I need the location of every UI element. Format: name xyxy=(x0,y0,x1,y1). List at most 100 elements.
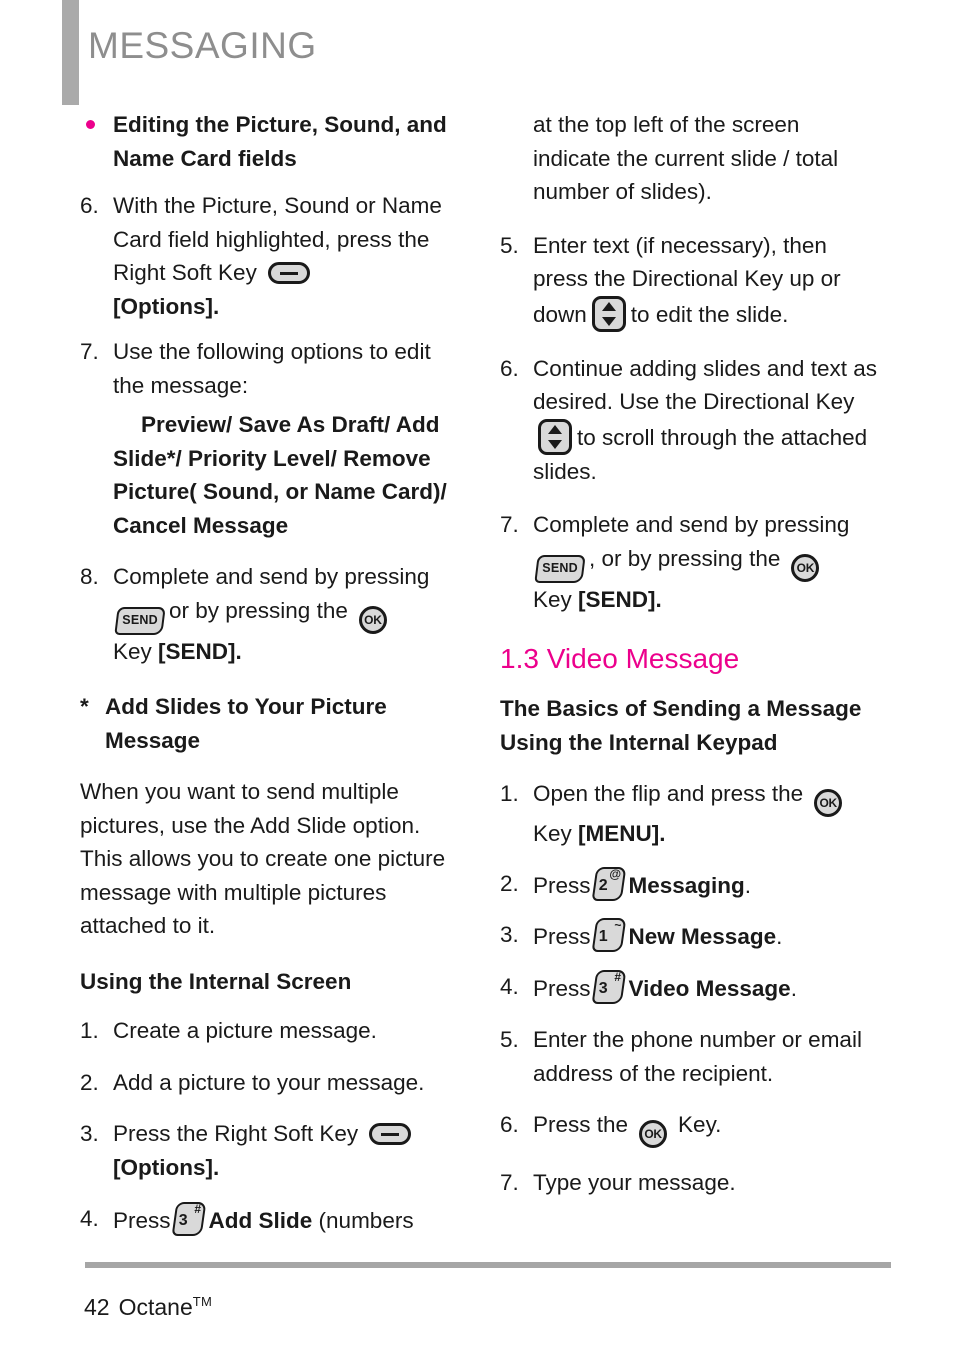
list-item-7-options: Preview/ Save As Draft/ Add Slide*/ Prio… xyxy=(113,412,447,538)
arrow-up-icon xyxy=(601,301,616,311)
send-key-icon: SEND xyxy=(114,606,166,635)
list-item-8: 8. Complete and send by pressing SEND or by… xyxy=(80,560,458,668)
sub-heading-basics: The Basics of Sending a Message Using th… xyxy=(500,696,862,755)
list-item-8-text-c: Key xyxy=(113,638,152,664)
list-item-v3-text-b: New Message xyxy=(628,924,777,949)
bullet-heading-editing-fields: Editing the Picture, Sound, and Name Car… xyxy=(80,108,458,175)
list-item-screen-3: 3. Press the Right Soft Key [Options]. xyxy=(80,1117,458,1184)
right-column: at the top left of the screen indicate t… xyxy=(500,108,878,1212)
list-item-v4-text-c: . xyxy=(790,975,797,1001)
list-item-r7-text-a: Complete and send by pressing xyxy=(533,512,850,537)
footer-content: 42 OctaneTM xyxy=(84,1294,212,1321)
list-item-r5: 5. Enter text (if necessary), then press … xyxy=(500,229,878,332)
list-item-v3-text-c: . xyxy=(776,924,783,949)
list-item-v7-text: Type your message. xyxy=(533,1170,736,1195)
trademark-symbol: TM xyxy=(192,1294,213,1309)
page-header: MESSAGING xyxy=(0,0,954,108)
list-item-v1-text-b: Key xyxy=(533,821,572,846)
number-key-3-digit: 3 xyxy=(598,979,608,997)
list-item-screen-3-text: Press the Right Soft Key xyxy=(113,1121,359,1146)
number-key-2-superscript: @ xyxy=(609,866,621,881)
arrow-down-icon xyxy=(601,316,616,326)
list-item-v6-number: 6. xyxy=(500,1112,519,1137)
list-item-v2: 2. Press 2 @ Messaging. xyxy=(500,866,878,903)
continued-paragraph: at the top left of the screen indicate t… xyxy=(533,112,839,204)
list-item-screen-4-text-b: Add Slide xyxy=(208,1208,313,1233)
list-item-screen-4: 4. Press 3 # Add Slide (numbers xyxy=(80,1202,458,1238)
list-item-v6-text-b: Key. xyxy=(678,1112,722,1137)
arrow-up-icon xyxy=(548,424,562,434)
list-item-v2-text-b: Messaging xyxy=(628,872,745,898)
number-key-3-icon: 3 # xyxy=(591,969,626,1004)
list-item-7: 7. Use the following options to edit the … xyxy=(80,335,458,402)
left-column: Editing the Picture, Sound, and Name Car… xyxy=(80,108,458,1250)
list-item-v2-text-a: Press xyxy=(533,872,591,898)
list-item-screen-2-text: Add a picture to your message. xyxy=(113,1069,425,1095)
list-item-v7: 7. Type your message. xyxy=(500,1166,878,1200)
list-item-8-send-label: [SEND]. xyxy=(158,638,242,664)
list-item-screen-4-text-c: (numbers xyxy=(318,1208,414,1233)
list-item-r5-text-b: to edit the slide. xyxy=(630,301,789,327)
list-item-screen-1: 1. Create a picture message. xyxy=(80,1014,458,1048)
ok-key-icon: OK xyxy=(791,553,820,582)
list-item-6-number: 6. xyxy=(80,193,99,218)
list-item-v2-text-c: . xyxy=(744,872,752,898)
list-item-v4-text-a: Press xyxy=(533,975,591,1001)
list-item-screen-4-text-a: Press xyxy=(113,1208,171,1233)
list-item-screen-3-options-label: [Options]. xyxy=(113,1154,220,1180)
number-key-2-icon: 2 @ xyxy=(591,866,626,901)
number-key-1-superscript: ~ xyxy=(613,918,621,932)
list-item-8-text-a: Complete and send by pressing xyxy=(113,564,430,589)
sub-heading-using-internal-screen: Using the Internal Screen xyxy=(80,968,352,994)
content-columns: Editing the Picture, Sound, and Name Car… xyxy=(0,108,954,1248)
list-item-6: 6. With the Picture, Sound or Name Card f… xyxy=(80,189,458,323)
right-soft-key-icon xyxy=(369,1123,412,1145)
list-item-screen-2: 2. Add a picture to your message. xyxy=(80,1066,458,1100)
number-key-3-icon: 3 # xyxy=(171,1202,206,1236)
list-item-v1-menu-label: [MENU]. xyxy=(578,821,666,846)
list-item-screen-1-text: Create a picture message. xyxy=(113,1018,377,1043)
number-key-1-digit: 1 xyxy=(598,928,608,945)
ok-key-icon: OK xyxy=(814,789,843,817)
page-title: MESSAGING xyxy=(88,25,317,66)
list-item-r7-send-label: [SEND]. xyxy=(578,586,662,612)
list-item-v1: 1. Open the flip and press the OK Key [MENU… xyxy=(500,777,878,851)
list-item-screen-1-number: 1. xyxy=(80,1018,99,1043)
list-item-screen-3-number: 3. xyxy=(80,1121,99,1146)
list-item-r5-number: 5. xyxy=(500,232,519,258)
number-key-3-digit: 3 xyxy=(178,1212,188,1229)
footer-divider xyxy=(85,1262,891,1268)
list-item-v7-number: 7. xyxy=(500,1170,519,1195)
list-item-6-options-label: [Options]. xyxy=(113,293,220,319)
list-item-r6: 6. Continue adding slides and text as des… xyxy=(500,352,878,489)
page-number: 42 xyxy=(84,1294,110,1320)
list-item-r6-text-a: Continue adding slides and text as desir… xyxy=(533,355,877,415)
list-item-v1-text-a: Open the flip and press the xyxy=(533,781,804,806)
ok-key-icon: OK xyxy=(358,605,387,634)
list-item-v5-number: 5. xyxy=(500,1027,519,1052)
product-name: Octane xyxy=(118,1294,193,1320)
list-item-r6-text-b: to scroll through the attached slides. xyxy=(533,424,868,484)
list-item-v5-text: Enter the phone number or email address … xyxy=(533,1027,862,1086)
list-item-v5: 5. Enter the phone number or email addres… xyxy=(500,1023,878,1090)
list-item-v1-number: 1. xyxy=(500,781,519,806)
header-accent-bar xyxy=(62,0,79,105)
directional-key-icon xyxy=(591,295,626,332)
list-item-v4-number: 4. xyxy=(500,973,519,999)
list-item-r7-text-c: Key xyxy=(533,586,572,612)
right-soft-key-icon xyxy=(267,262,310,284)
list-item-8-number: 8. xyxy=(80,564,99,589)
list-item-8-text-b: or by pressing the xyxy=(169,597,348,623)
list-item-v6: 6. Press the OK Key. xyxy=(500,1108,878,1148)
arrow-down-icon xyxy=(548,439,562,449)
list-item-v3: 3. Press 1 ~ New Message. xyxy=(500,918,878,954)
number-key-2-digit: 2 xyxy=(598,876,608,894)
list-item-r7-number: 7. xyxy=(500,512,519,537)
section-title-video-message: 1.3 Video Message xyxy=(500,643,740,674)
bullet-heading-text: Editing the Picture, Sound, and Name Car… xyxy=(113,112,447,171)
number-key-3-superscript: # xyxy=(614,969,621,984)
list-item-v6-text-a: Press the xyxy=(533,1112,629,1137)
star-heading-text: Add Slides to Your Picture Message xyxy=(105,694,387,753)
directional-key-icon xyxy=(538,418,572,455)
list-item-v3-number: 3. xyxy=(500,922,519,947)
